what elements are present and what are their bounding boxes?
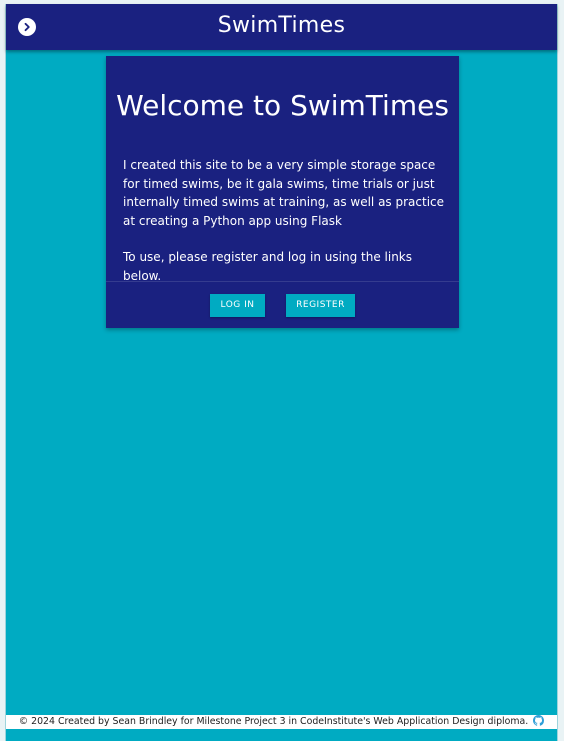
card-divider [106,281,459,282]
footer: © 2024 Created by Sean Brindley for Mile… [6,715,557,729]
welcome-description: I created this site to be a very simple … [123,156,445,285]
brand-logo[interactable]: SwimTimes [6,12,557,40]
page-frame: SwimTimes Welcome to SwimTimes I created… [5,4,558,741]
login-button[interactable]: LOG IN [210,294,265,317]
card-actions: LOG IN REGISTER [106,294,459,317]
register-button[interactable]: REGISTER [286,294,355,317]
intro-paragraph: I created this site to be a very simple … [123,158,445,228]
instructions-paragraph: To use, please register and log in using… [123,250,413,283]
footer-copyright: © 2024 Created by Sean Brindley for Mile… [18,716,529,727]
welcome-title: Welcome to SwimTimes [116,89,449,122]
welcome-card: Welcome to SwimTimes I created this site… [106,56,459,328]
navbar: SwimTimes [6,4,557,50]
github-icon[interactable] [533,715,545,726]
